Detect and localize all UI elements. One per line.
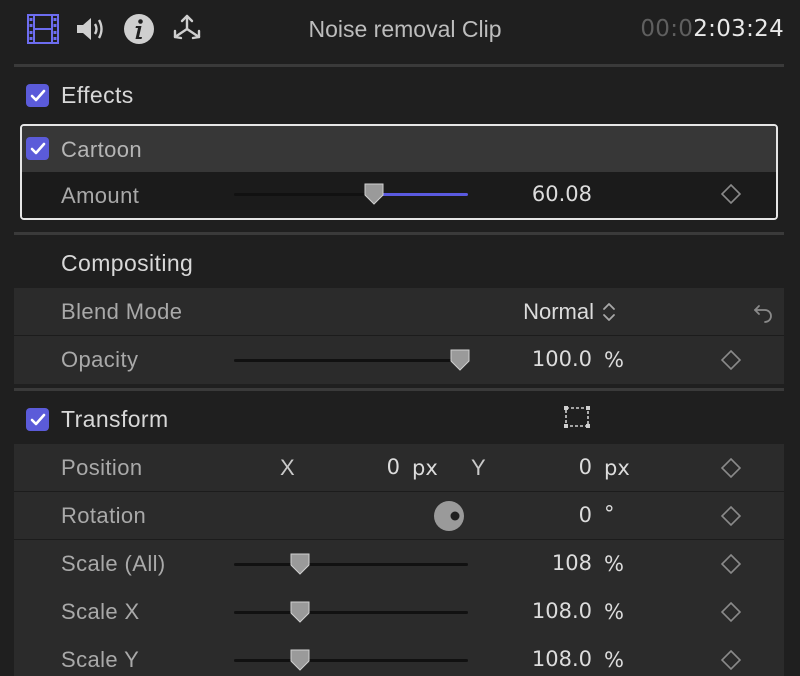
opacity-unit: % (604, 348, 624, 372)
transform-inspector-tab[interactable] (170, 12, 204, 46)
clip-title: Noise removal Clip (308, 16, 502, 42)
effects-checkbox[interactable] (26, 84, 49, 107)
position-label: Position (61, 455, 143, 480)
reset-arrow-icon[interactable] (751, 300, 775, 324)
opacity-slider-track[interactable] (234, 359, 468, 362)
keyframe-diamond-icon[interactable] (721, 184, 741, 204)
position-y-value[interactable]: 0 (534, 455, 592, 479)
scale-x-value[interactable]: 108.0 (492, 599, 592, 623)
amount-label: Amount (61, 183, 140, 208)
scale-all-unit: % (604, 552, 624, 576)
transform-section-header: Transform (14, 396, 784, 444)
effects-divider (14, 232, 784, 235)
keyframe-diamond-icon[interactable] (721, 554, 741, 574)
speaker-icon (77, 18, 103, 40)
scale-x-slider-track[interactable] (234, 611, 468, 614)
checkmark-icon (30, 89, 45, 101)
scale-y-slider-track[interactable] (234, 659, 468, 662)
cartoon-checkbox[interactable] (26, 137, 49, 160)
scale-all-label: Scale (All) (61, 551, 166, 576)
scale-x-slider-thumb[interactable] (290, 601, 310, 623)
scale-y-label: Scale Y (61, 647, 140, 672)
cartoon-amount-row: Amount 60.08 (22, 172, 776, 218)
rotation-dial[interactable] (433, 500, 465, 532)
scale-all-value[interactable]: 108 (492, 551, 592, 575)
cartoon-effect-header: Cartoon (22, 126, 776, 172)
transform-checkbox[interactable] (26, 408, 49, 431)
timecode: 00:02:03:24 (640, 16, 784, 42)
info-inspector-tab[interactable] (122, 12, 156, 46)
position-x-unit: px (412, 456, 438, 480)
opacity-slider-thumb[interactable] (450, 349, 470, 371)
scale-x-label: Scale X (61, 599, 140, 624)
scale-all-slider-thumb[interactable] (290, 553, 310, 575)
compositing-label: Compositing (61, 250, 194, 276)
checkmark-icon (30, 142, 45, 154)
effects-label: Effects (61, 82, 134, 108)
film-icon (27, 14, 59, 44)
scale-y-value[interactable]: 108.0 (492, 647, 592, 671)
opacity-value[interactable]: 100.0 (492, 347, 592, 371)
compositing-section-header: Compositing (14, 240, 784, 288)
position-x-label: X (280, 455, 295, 480)
keyframe-diamond-icon[interactable] (721, 458, 741, 478)
opacity-label: Opacity (61, 347, 139, 372)
scale-y-slider-thumb[interactable] (290, 649, 310, 671)
transform-label: Transform (61, 406, 169, 432)
audio-inspector-tab[interactable] (74, 12, 108, 46)
rotation-value[interactable]: 0 (514, 503, 592, 527)
scale-y-row: Scale Y 108.0 % (14, 636, 784, 676)
scale-x-row: Scale X 108.0 % (14, 588, 784, 636)
rotation-unit: ° (604, 502, 615, 526)
keyframe-diamond-icon[interactable] (721, 506, 741, 526)
position-x-value[interactable]: 0 (344, 455, 400, 479)
chevron-updown-icon[interactable] (602, 301, 616, 323)
blend-mode-value[interactable]: Normal (474, 299, 594, 325)
scale-all-slider-track[interactable] (234, 563, 468, 566)
transform-move-icon (173, 14, 201, 40)
scale-y-unit: % (604, 648, 624, 672)
compositing-divider (14, 388, 784, 391)
cartoon-label: Cartoon (61, 137, 143, 162)
rotation-label: Rotation (61, 503, 147, 528)
amount-value[interactable]: 60.08 (492, 182, 592, 206)
blend-mode-row: Blend Mode Normal (14, 288, 784, 336)
video-inspector-tab[interactable] (26, 12, 60, 46)
position-y-unit: px (604, 456, 630, 480)
blend-mode-label: Blend Mode (61, 299, 183, 324)
scale-all-row: Scale (All) 108 % (14, 540, 784, 588)
keyframe-diamond-icon[interactable] (721, 602, 741, 622)
rotation-row: Rotation 0 ° (14, 492, 784, 540)
amount-slider-thumb[interactable] (364, 183, 384, 205)
timecode-value: 2:03:24 (693, 16, 784, 42)
effects-section-header: Effects (14, 72, 784, 120)
opacity-row: Opacity 100.0 % (14, 336, 784, 384)
timecode-leading: 00:0 (640, 16, 694, 42)
inspector-header: Noise removal Clip 00:02:03:24 (0, 0, 800, 60)
keyframe-diamond-icon[interactable] (721, 650, 741, 670)
scale-x-unit: % (604, 600, 624, 624)
info-icon (124, 14, 154, 44)
position-y-label: Y (471, 455, 486, 480)
checkmark-icon (30, 413, 45, 425)
header-divider (14, 64, 784, 67)
amount-slider-fill (374, 193, 468, 196)
cartoon-effect[interactable]: Cartoon Amount 60.08 (20, 124, 778, 220)
keyframe-diamond-icon[interactable] (721, 350, 741, 370)
position-row: Position X 0 px Y 0 px (14, 444, 784, 492)
onscreen-controls-icon[interactable] (564, 406, 590, 428)
